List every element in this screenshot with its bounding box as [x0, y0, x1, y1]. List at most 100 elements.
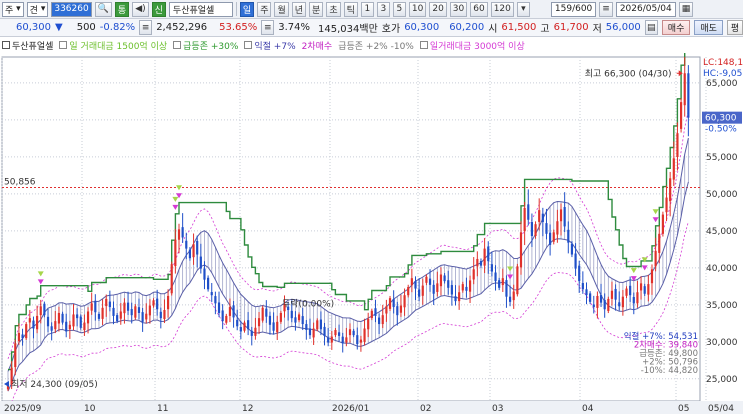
candle	[236, 319, 239, 327]
checkbox-icon[interactable]	[59, 41, 68, 49]
tag-button[interactable]: 통	[114, 1, 130, 17]
legend-item-second-buy[interactable]: 2차매수	[302, 39, 333, 52]
open-label: 시	[488, 24, 498, 35]
interval-120-button[interactable]: 120	[490, 1, 514, 17]
price-chart[interactable]: 25,000 30,000 35,000 40,000 45,000 50,000 55,0…	[0, 33, 743, 414]
candle	[454, 296, 457, 302]
candle	[334, 329, 337, 336]
checkbox-icon[interactable]	[244, 41, 253, 49]
candle	[425, 276, 428, 283]
buy-button[interactable]: 매수	[661, 20, 691, 35]
candle	[487, 246, 490, 262]
page-counter: 159/600	[550, 1, 597, 17]
period-day-button[interactable]: 일	[239, 1, 255, 17]
legend-item-surge-zone[interactable]: 급등존 +30%	[173, 39, 238, 52]
period-month-button[interactable]: 월	[274, 1, 289, 17]
candle	[330, 336, 333, 343]
eval-button[interactable]: 평	[726, 20, 743, 35]
legend-stock[interactable]: 두산퓨얼셀	[2, 39, 53, 52]
sound-icon[interactable]: ◀)	[132, 1, 149, 17]
date-field[interactable]: 2026/05/04	[615, 1, 676, 17]
grid-icon[interactable]: ▤	[644, 20, 658, 35]
legend-item-zone-band[interactable]: 급등존 +2% -10%	[338, 39, 414, 52]
change-percent: -0.82%	[99, 22, 136, 33]
candle	[316, 320, 319, 330]
candle	[505, 280, 508, 297]
period-year-button[interactable]: 년	[291, 1, 307, 17]
candle	[592, 304, 595, 308]
candle	[374, 308, 377, 316]
candle	[552, 232, 555, 242]
candle	[443, 275, 446, 282]
candle	[166, 295, 170, 310]
candle	[661, 214, 664, 234]
candle	[599, 295, 603, 303]
volume-ratio: 53.65%	[219, 22, 258, 33]
candle	[79, 316, 82, 328]
candle	[261, 307, 264, 321]
legend-item-takeprofit[interactable]: 익절 +7%	[244, 39, 296, 52]
candle	[105, 298, 108, 307]
interval-30-button[interactable]: 30	[449, 1, 468, 17]
candle	[257, 318, 261, 327]
period-second-button[interactable]: 초	[326, 1, 341, 17]
interval-20-button[interactable]: 20	[429, 1, 447, 17]
mode-select[interactable]: 주 ▾	[2, 1, 24, 17]
candle	[152, 300, 155, 306]
sin-button[interactable]: 신	[151, 1, 166, 17]
candle	[83, 322, 86, 331]
signal-marker	[507, 266, 514, 272]
period-minute-button[interactable]: 분	[309, 1, 324, 17]
candle	[367, 318, 370, 330]
candle	[363, 328, 366, 342]
calendar-icon[interactable]: ▦	[678, 1, 694, 17]
interval-5-button[interactable]: 5	[392, 1, 406, 17]
interval-10-button[interactable]: 10	[408, 1, 427, 17]
ratio-menu-icon[interactable]: ≡	[261, 20, 275, 35]
candle	[356, 335, 359, 345]
checkbox-icon[interactable]	[419, 41, 428, 49]
candle	[145, 313, 148, 320]
legend-item-volume-1500[interactable]: 일 거래대금 1500억 이상	[59, 39, 167, 52]
period-type-select[interactable]: 견 ▾	[26, 1, 49, 17]
period-week-button[interactable]: 주	[257, 1, 272, 17]
signal-marker	[37, 271, 44, 277]
legend-item-volume-3000[interactable]: 일거래대금 3000억 이상	[419, 39, 525, 52]
candle	[65, 321, 68, 332]
candle	[239, 327, 242, 332]
candle	[279, 312, 282, 322]
candle	[647, 284, 650, 295]
x-tick-label: 11	[157, 404, 168, 414]
stock-code-input[interactable]: 336260	[51, 1, 92, 17]
current-price: 60,300	[16, 22, 51, 33]
candle	[472, 269, 475, 280]
list-icon[interactable]: ≡	[599, 1, 613, 17]
candle	[276, 321, 279, 333]
candle	[498, 280, 501, 288]
candle	[545, 223, 548, 234]
interval-60-button[interactable]: 60	[470, 1, 488, 17]
checkbox-icon[interactable]	[2, 41, 10, 49]
checkbox-icon[interactable]	[173, 41, 182, 49]
interval-1-button[interactable]: 1	[360, 1, 374, 17]
reference-label: 50,856	[4, 178, 36, 188]
period-tick-button[interactable]: 틱	[343, 1, 358, 17]
info-row: -10%: 44,820	[641, 366, 698, 376]
dropdown-icon[interactable]: ▾	[516, 1, 530, 17]
y-tick-label: 45,000	[706, 227, 738, 237]
candle	[137, 307, 141, 313]
candle	[399, 305, 403, 313]
candle	[308, 328, 312, 336]
candle	[203, 268, 206, 280]
search-icon[interactable]: 🔍	[94, 1, 112, 17]
sell-button[interactable]: 매도	[694, 20, 723, 35]
quote-menu-icon[interactable]: ≡	[139, 20, 153, 35]
candle	[585, 289, 588, 296]
interval-3-button[interactable]: 3	[376, 1, 390, 17]
candle	[461, 284, 464, 291]
candle	[432, 284, 435, 294]
plot-border	[1, 56, 701, 402]
chart-canvas[interactable]: 25,000 30,000 35,000 40,000 45,000 50,000 55,0…	[0, 33, 743, 414]
candle	[294, 317, 297, 323]
open-price: 61,500	[501, 22, 537, 33]
